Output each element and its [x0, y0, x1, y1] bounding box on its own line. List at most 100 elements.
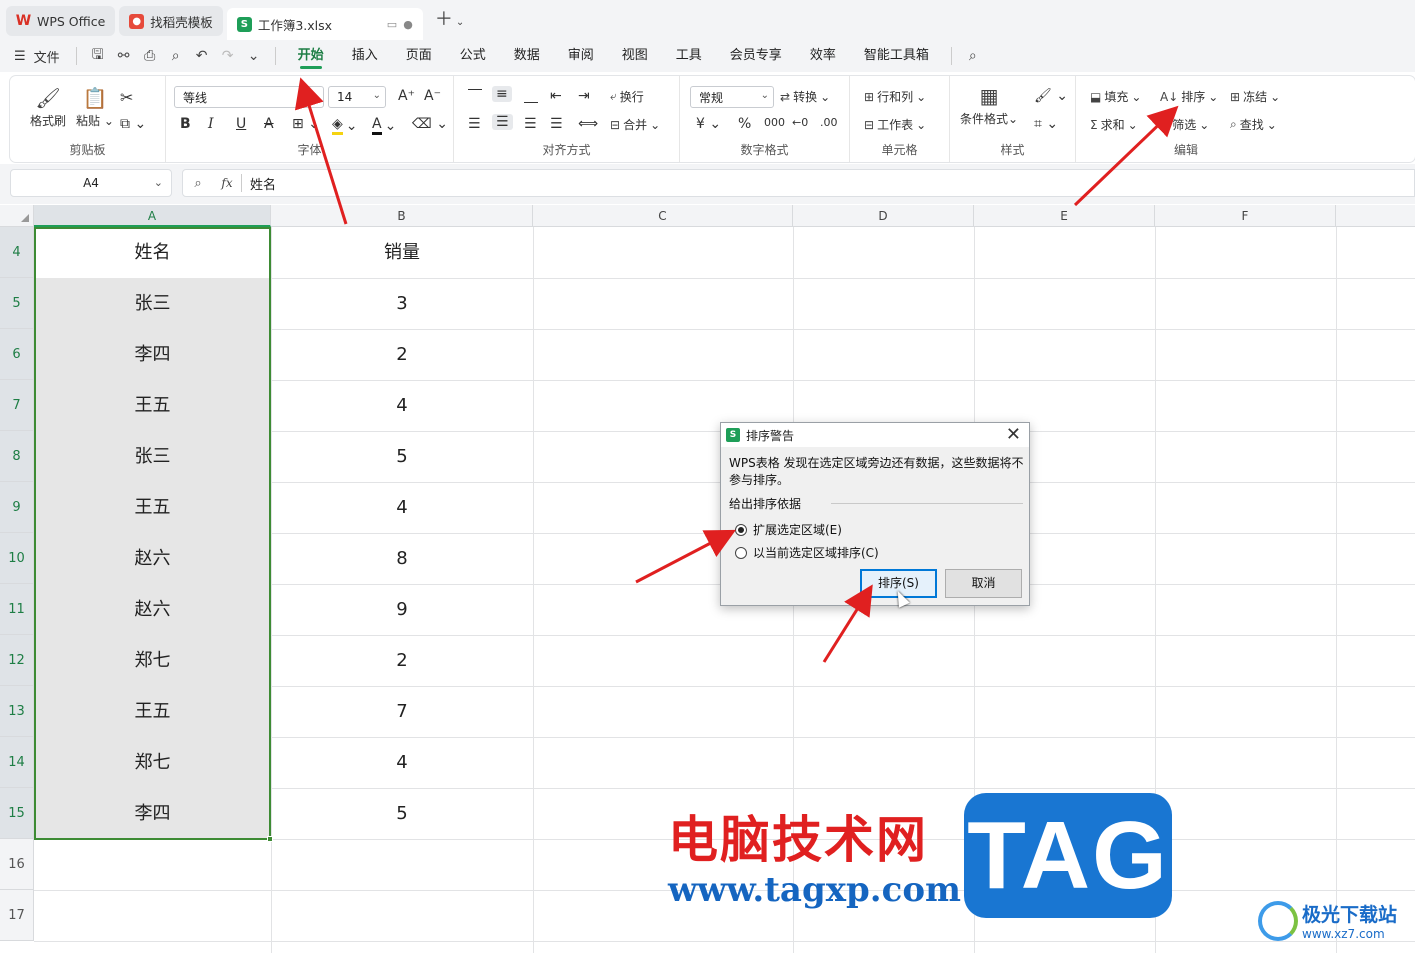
conditional-format-button[interactable]: ▦ 条件格式⌄ — [960, 84, 1018, 127]
number-format-select[interactable]: 常规 ⌄ — [690, 86, 774, 108]
cell-a[interactable] — [34, 890, 271, 941]
align-center-icon[interactable]: ☰ — [492, 114, 513, 130]
cell-a[interactable]: 张三 — [34, 278, 271, 329]
tab-smart-toolbox[interactable]: 智能工具箱 — [850, 40, 943, 72]
row-header[interactable]: 9 — [0, 482, 34, 533]
column-header-a[interactable]: A — [34, 205, 271, 227]
row-header[interactable]: 10 — [0, 533, 34, 584]
radio-button-selected[interactable] — [735, 523, 747, 536]
row-header[interactable]: 17 — [0, 890, 34, 941]
cell-a[interactable]: 郑七 — [34, 737, 271, 788]
column-header-d[interactable]: D — [793, 205, 974, 227]
search-icon[interactable]: ⌕ — [960, 48, 986, 64]
indent-decrease-icon[interactable]: ⇤ — [550, 88, 562, 104]
row-header[interactable]: 6 — [0, 329, 34, 380]
cell-b[interactable]: 5 — [271, 788, 533, 839]
tab-efficiency[interactable]: 效率 — [796, 40, 850, 72]
cell-a[interactable]: 郑七 — [34, 635, 271, 686]
align-bottom-icon[interactable]: ⎽ — [524, 88, 538, 104]
paste-button[interactable]: 📋 粘贴 ⌄ — [76, 86, 114, 129]
share-icon[interactable]: ⚯ — [111, 48, 137, 64]
thousands-icon[interactable]: 000 — [764, 116, 785, 129]
radio-button[interactable] — [735, 546, 747, 559]
chevron-down-icon[interactable]: ⌄ — [456, 17, 464, 28]
tab-tools[interactable]: 工具 — [662, 40, 716, 72]
strikethrough-icon[interactable]: A — [264, 116, 274, 132]
column-header-e[interactable]: E — [974, 205, 1155, 227]
find-button[interactable]: ⌕ 查找 ⌄ — [1230, 116, 1277, 133]
row-header[interactable]: 12 — [0, 635, 34, 686]
cell-a[interactable]: 王五 — [34, 380, 271, 431]
sort-button[interactable]: A↓ 排序 ⌄ — [1160, 88, 1218, 105]
currency-icon[interactable]: ¥ ⌄ — [696, 116, 721, 132]
column-header-f[interactable]: F — [1155, 205, 1336, 227]
bold-icon[interactable]: B — [180, 116, 191, 132]
indent-increase-icon[interactable]: ⇥ — [578, 88, 590, 104]
row-header[interactable]: 8 — [0, 431, 34, 482]
fill-color-icon[interactable]: ◈ ⌄ — [332, 116, 358, 135]
wrap-button[interactable]: ⤶ 换行 — [610, 88, 644, 105]
row-header[interactable]: 7 — [0, 380, 34, 431]
decrease-decimal-icon[interactable]: .00 — [820, 116, 838, 129]
cell-b[interactable]: 4 — [271, 482, 533, 533]
save-icon[interactable]: 🖫 — [85, 44, 111, 68]
cell-b[interactable]: 5 — [271, 431, 533, 482]
filter-button[interactable]: ▽ 筛选 ⌄ — [1160, 116, 1209, 133]
row-col-button[interactable]: ⊞ 行和列 ⌄ — [864, 88, 926, 105]
cell-b[interactable]: 7 — [271, 686, 533, 737]
tab-insert[interactable]: 插入 — [338, 40, 392, 72]
format-painter-button[interactable]: 🖌 格式刷 — [30, 86, 66, 129]
radio-expand-selection[interactable]: 扩展选定区域(E) — [735, 521, 842, 538]
radio-current-selection[interactable]: 以当前选定区域排序(C) — [735, 544, 879, 561]
column-header-b[interactable]: B — [271, 205, 533, 227]
fx-icon[interactable]: fx — [213, 176, 241, 190]
cell-b[interactable]: 3 — [271, 278, 533, 329]
cell-b[interactable]: 4 — [271, 380, 533, 431]
merge-button[interactable]: ⊟ 合并 ⌄ — [610, 116, 660, 133]
increase-decimal-icon[interactable]: ←0 — [792, 116, 808, 129]
align-left-icon[interactable]: ☰ — [468, 116, 481, 132]
align-middle-icon[interactable]: ≡ — [492, 86, 512, 102]
column-header-c[interactable]: C — [533, 205, 793, 227]
row-header[interactable]: 15 — [0, 788, 34, 839]
cell-b[interactable] — [271, 839, 533, 890]
select-all-corner[interactable] — [0, 205, 34, 227]
tab-dot-icon[interactable]: ● — [403, 18, 413, 31]
font-size-select[interactable]: 14 ⌄ — [328, 86, 386, 108]
cell-style-icon[interactable]: 🖌 ⌄ — [1034, 88, 1068, 104]
cell-b[interactable]: 2 — [271, 635, 533, 686]
cut-icon[interactable]: ✂ — [120, 88, 133, 107]
row-header[interactable]: 4 — [0, 227, 34, 278]
cell-b[interactable] — [271, 890, 533, 941]
decrease-font-icon[interactable]: A⁻ — [424, 88, 441, 104]
convert-button[interactable]: ⇄ 转换 ⌄ — [780, 88, 830, 105]
cell-a[interactable]: 赵六 — [34, 584, 271, 635]
tab-member[interactable]: 会员专享 — [716, 40, 796, 72]
row-header[interactable]: 13 — [0, 686, 34, 737]
cell-a[interactable]: 李四 — [34, 329, 271, 380]
print-preview-icon[interactable]: ⌕ — [163, 48, 189, 64]
distribute-icon[interactable]: ⟺ — [578, 116, 598, 132]
italic-icon[interactable]: I — [208, 116, 214, 132]
underline-icon[interactable]: U — [236, 116, 246, 132]
copy-icon[interactable]: ⧉ ⌄ — [120, 116, 146, 132]
hamburger-icon[interactable]: ☰ — [14, 49, 26, 64]
border-icon[interactable]: ⊞ ⌄ — [292, 116, 320, 132]
zoom-icon[interactable]: ⌕ — [183, 176, 213, 191]
row-header[interactable]: 14 — [0, 737, 34, 788]
new-tab-button[interactable]: ＋ ⌄ — [435, 5, 464, 31]
file-menu[interactable]: 文件 — [34, 47, 60, 66]
tab-home[interactable]: 开始 — [284, 40, 338, 72]
tab-wps-office[interactable]: W WPS Office — [6, 6, 116, 36]
justify-icon[interactable]: ☰ — [550, 116, 563, 132]
clear-format-icon[interactable]: ⌫ ⌄ — [412, 116, 448, 132]
tab-page[interactable]: 页面 — [392, 40, 446, 72]
fill-button[interactable]: ⬓ 填充 ⌄ — [1090, 88, 1141, 105]
table-style-icon[interactable]: ⌗ ⌄ — [1034, 116, 1058, 132]
tab-docer[interactable]: ● 找稻壳模板 — [119, 6, 223, 36]
close-icon[interactable]: ✕ — [1006, 424, 1021, 445]
cell-a[interactable]: 王五 — [34, 686, 271, 737]
print-icon[interactable]: ⎙ — [137, 48, 163, 64]
cell-a[interactable]: 王五 — [34, 482, 271, 533]
cell-b[interactable]: 4 — [271, 737, 533, 788]
